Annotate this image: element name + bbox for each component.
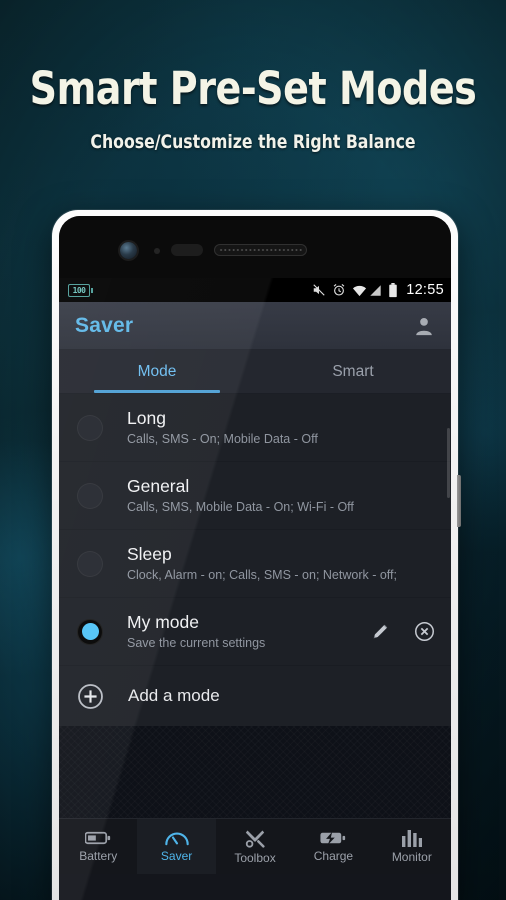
scrollbar[interactable] xyxy=(447,428,450,498)
earpiece-speaker-icon xyxy=(214,244,307,256)
add-mode-label: Add a mode xyxy=(128,686,220,705)
promo-headings: Smart Pre-Set Modes Choose/Customize the… xyxy=(0,0,506,153)
radio-button[interactable] xyxy=(77,550,103,577)
list-item-text: General Calls, SMS, Mobile Data - On; Wi… xyxy=(127,475,354,516)
phone-mockup: 100 12:55 Saver Mode Smart Long Calls, S… xyxy=(52,210,461,900)
battery-percent-value: 100 xyxy=(72,285,86,295)
wifi-icon xyxy=(352,284,367,297)
status-bar: 100 12:55 xyxy=(59,278,451,302)
list-item[interactable]: Sleep Clock, Alarm - on; Calls, SMS - on… xyxy=(59,530,451,598)
list-item-selected[interactable]: My mode Save the current settings xyxy=(59,598,451,666)
nav-item-saver[interactable]: Saver xyxy=(137,819,216,874)
tab-mode[interactable]: Mode xyxy=(59,350,255,393)
nav-label: Monitor xyxy=(391,850,432,864)
alarm-icon xyxy=(332,283,346,297)
list-item-text: My mode Save the current settings xyxy=(127,611,265,652)
list-item-text: Sleep Clock, Alarm - on; Calls, SMS - on… xyxy=(127,543,397,584)
proximity-sensor-icon xyxy=(154,248,160,254)
mode-description: Calls, SMS - On; Mobile Data - Off xyxy=(127,432,318,446)
battery-icon xyxy=(85,830,111,846)
action-bar: Saver xyxy=(59,302,451,350)
radio-button[interactable] xyxy=(77,482,103,509)
mode-list: Long Calls, SMS - On; Mobile Data - Off … xyxy=(59,394,451,726)
nav-item-toolbox[interactable]: Toolbox xyxy=(216,819,294,874)
plus-circle-icon xyxy=(77,683,104,710)
bar-chart-icon xyxy=(401,829,423,847)
list-item-text: Long Calls, SMS - On; Mobile Data - Off xyxy=(127,407,318,448)
tab-mode-label: Mode xyxy=(137,362,177,380)
nav-item-charge[interactable]: Charge xyxy=(294,819,372,874)
battery-percent-badge-icon: 100 xyxy=(68,283,93,297)
gauge-icon xyxy=(164,830,190,846)
app-title: Saver xyxy=(75,313,134,337)
radio-button-selected[interactable] xyxy=(77,618,103,645)
mode-description: Calls, SMS, Mobile Data - On; Wi-Fi - Of… xyxy=(127,500,354,514)
nav-label: Charge xyxy=(313,849,354,863)
bottom-navigation: Battery Saver Toolbox Charge Monitor xyxy=(59,818,451,874)
mute-icon xyxy=(312,283,326,297)
volume-button[interactable] xyxy=(457,475,461,527)
nav-item-monitor[interactable]: Monitor xyxy=(373,819,451,874)
front-camera-icon xyxy=(120,242,137,259)
mode-name: General xyxy=(127,476,190,496)
nav-label: Saver xyxy=(160,849,193,863)
status-bar-icons: 12:55 xyxy=(312,282,444,298)
delete-close-icon[interactable] xyxy=(414,621,435,642)
person-icon[interactable] xyxy=(413,315,435,337)
nav-label: Battery xyxy=(79,849,118,863)
phone-screen: 100 12:55 Saver Mode Smart Long Calls, S… xyxy=(59,278,451,900)
list-item[interactable]: General Calls, SMS, Mobile Data - On; Wi… xyxy=(59,462,451,530)
tab-bar: Mode Smart xyxy=(59,350,451,394)
nav-item-battery[interactable]: Battery xyxy=(59,819,137,874)
light-sensor-icon xyxy=(171,244,203,256)
mode-name: My mode xyxy=(127,612,199,632)
mode-name: Sleep xyxy=(127,544,172,564)
mode-description: Clock, Alarm - on; Calls, SMS - on; Netw… xyxy=(127,568,397,582)
battery-icon xyxy=(388,282,398,298)
radio-button[interactable] xyxy=(77,414,103,441)
mode-name: Long xyxy=(127,408,166,428)
tools-icon xyxy=(244,828,266,848)
tab-smart[interactable]: Smart xyxy=(255,350,451,393)
list-item[interactable]: Long Calls, SMS - On; Mobile Data - Off xyxy=(59,394,451,462)
status-bar-clock: 12:55 xyxy=(406,282,444,298)
mode-description: Save the current settings xyxy=(127,636,266,650)
tab-smart-label: Smart xyxy=(332,362,374,380)
add-mode-button[interactable]: Add a mode xyxy=(59,666,451,726)
list-item-actions xyxy=(371,621,435,642)
edit-pencil-icon[interactable] xyxy=(371,622,390,641)
nav-label: Toolbox xyxy=(234,851,276,865)
page-subtitle: Choose/Customize the Right Balance xyxy=(90,131,416,153)
signal-icon xyxy=(369,284,382,297)
phone-top-bezel xyxy=(59,216,451,278)
list-empty-area xyxy=(59,726,451,818)
page-title: Smart Pre-Set Modes xyxy=(29,62,477,115)
charge-bolt-icon xyxy=(320,830,346,846)
phone-body: 100 12:55 Saver Mode Smart Long Calls, S… xyxy=(59,216,451,900)
